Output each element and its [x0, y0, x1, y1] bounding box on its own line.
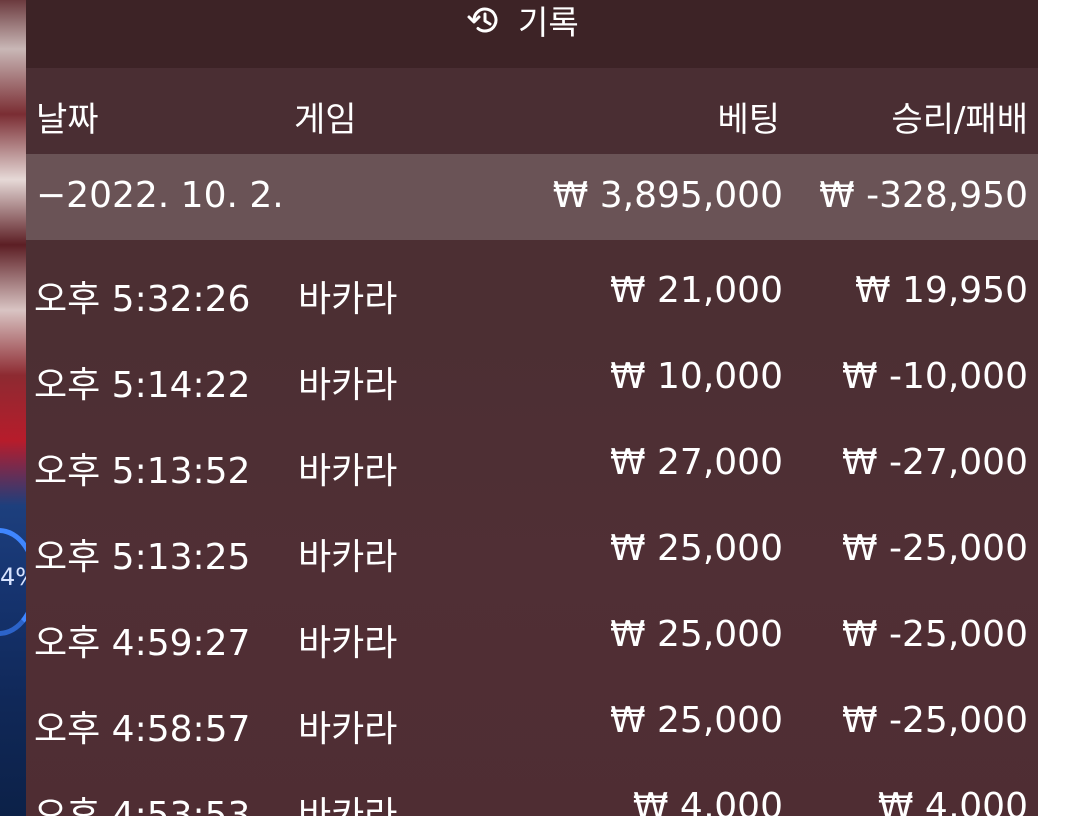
row-game: 바카라 [298, 365, 398, 406]
history-icon [466, 1, 504, 39]
row-game: 바카라 [298, 709, 398, 750]
row-time: 오후 5:13:52 [34, 451, 251, 492]
date-summary-row[interactable]: −2022. 10. 2. ₩ 3,895,000 ₩ -328,950 [26, 154, 1038, 240]
column-header-bet: 베팅 [717, 100, 780, 140]
summary-win-loss: ₩ -328,950 [819, 175, 1028, 216]
row-win-loss: ₩ -25,000 [842, 614, 1028, 655]
row-game: 바카라 [298, 795, 398, 816]
table-row[interactable]: 오후 4:53:53 바카라 ₩ 4,000 ₩ 4,000 [26, 765, 1038, 816]
row-time: 오후 5:13:25 [34, 537, 251, 578]
screen: 4% 기록 날짜 게임 베팅 승리/패배 −2022. 10. 2. ₩ 3,8… [0, 0, 1069, 816]
row-time: 오후 5:32:26 [34, 279, 251, 320]
history-panel: 기록 날짜 게임 베팅 승리/패배 −2022. 10. 2. ₩ 3,895,… [26, 0, 1038, 816]
column-header-game: 게임 [294, 100, 357, 140]
summary-bet: ₩ 3,895,000 [552, 175, 783, 216]
table-row[interactable]: 오후 5:13:25 바카라 ₩ 25,000 ₩ -25,000 [26, 507, 1038, 593]
row-time: 오후 4:58:57 [34, 709, 251, 750]
row-game: 바카라 [298, 623, 398, 664]
row-bet: ₩ 10,000 [609, 356, 783, 397]
row-bet: ₩ 4,000 [632, 786, 783, 816]
column-header-date: 날짜 [36, 100, 99, 140]
row-game: 바카라 [298, 451, 398, 492]
summary-date: −2022. 10. 2. [36, 175, 284, 216]
row-win-loss: ₩ -25,000 [842, 528, 1028, 569]
row-win-loss: ₩ -10,000 [842, 356, 1028, 397]
row-game: 바카라 [298, 537, 398, 578]
row-bet: ₩ 25,000 [609, 528, 783, 569]
history-list: 오후 5:32:26 바카라 ₩ 21,000 ₩ 19,950 오후 5:14… [26, 249, 1038, 816]
row-bet: ₩ 21,000 [609, 270, 783, 311]
row-win-loss: ₩ -27,000 [842, 442, 1028, 483]
row-time: 오후 4:53:53 [34, 795, 251, 816]
history-title: 기록 [466, 0, 579, 42]
row-win-loss: ₩ 19,950 [854, 270, 1028, 311]
table-row[interactable]: 오후 5:13:52 바카라 ₩ 27,000 ₩ -27,000 [26, 421, 1038, 507]
table-row[interactable]: 오후 5:14:22 바카라 ₩ 10,000 ₩ -10,000 [26, 335, 1038, 421]
history-title-bar: 기록 [26, 0, 1038, 68]
table-header: 날짜 게임 베팅 승리/패배 [26, 68, 1038, 154]
table-row[interactable]: 오후 4:58:57 바카라 ₩ 25,000 ₩ -25,000 [26, 679, 1038, 765]
right-margin [1038, 0, 1069, 816]
row-time: 오후 4:59:27 [34, 623, 251, 664]
row-win-loss: ₩ 4,000 [877, 786, 1028, 816]
row-game: 바카라 [298, 279, 398, 320]
table-row[interactable]: 오후 4:59:27 바카라 ₩ 25,000 ₩ -25,000 [26, 593, 1038, 679]
history-title-label: 기록 [518, 3, 579, 42]
row-time: 오후 5:14:22 [34, 365, 251, 406]
row-win-loss: ₩ -25,000 [842, 700, 1028, 741]
row-bet: ₩ 25,000 [609, 700, 783, 741]
row-bet: ₩ 25,000 [609, 614, 783, 655]
table-row[interactable]: 오후 5:32:26 바카라 ₩ 21,000 ₩ 19,950 [26, 249, 1038, 335]
row-bet: ₩ 27,000 [609, 442, 783, 483]
column-header-win-loss: 승리/패배 [891, 100, 1028, 140]
